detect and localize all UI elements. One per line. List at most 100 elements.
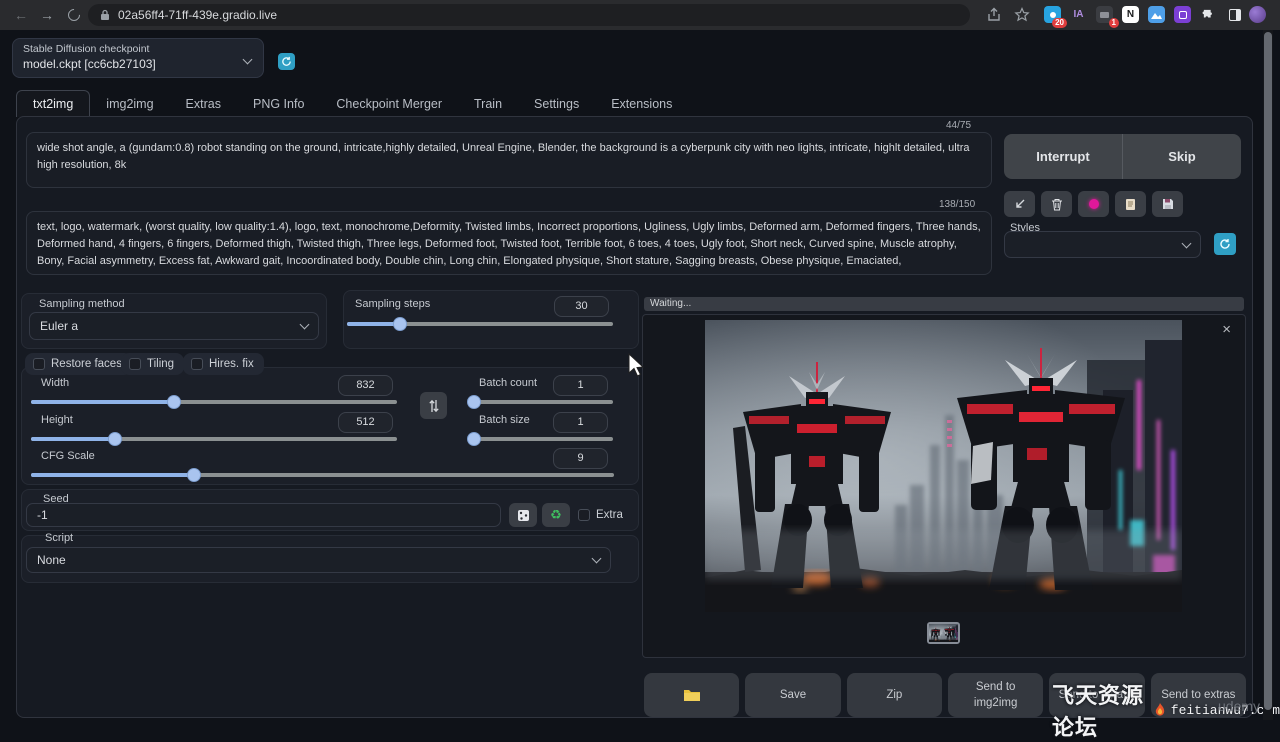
interrupt-skip-group: Interrupt Skip [1004, 134, 1241, 179]
save-style-button[interactable] [1152, 191, 1183, 217]
hires-fix-checkbox[interactable] [191, 358, 203, 370]
camera-badge: 1 [1109, 18, 1119, 28]
reuse-seed-button[interactable]: ♻ [542, 503, 570, 527]
sampling-steps-label: Sampling steps [355, 298, 430, 310]
generated-image[interactable] [705, 320, 1182, 612]
tab-img2img[interactable]: img2img [90, 91, 169, 117]
pin-badge: 20 [1052, 18, 1067, 28]
extensions-puzzle-icon[interactable] [1200, 6, 1217, 23]
page-scrollbar [1263, 30, 1273, 720]
batch-size-input[interactable]: 1 [553, 412, 608, 433]
zip-button[interactable]: Zip [847, 673, 942, 717]
tab-txt2img[interactable]: txt2img [16, 90, 90, 117]
open-folder-button[interactable] [644, 673, 739, 717]
negative-prompt-textarea[interactable]: text, logo, watermark, (worst quality, l… [26, 211, 992, 275]
trash-icon [1051, 198, 1063, 211]
sidebar-toggle-icon[interactable] [1226, 6, 1243, 23]
send-to-inpaint-button[interactable]: Send to inpaint [1049, 673, 1144, 717]
restore-faces-checkbox[interactable] [33, 358, 45, 370]
gallery-thumbnail[interactable] [927, 622, 960, 644]
restore-faces-checkbox-chip: Restore faces [25, 353, 132, 375]
scrollbar-thumb[interactable] [1264, 32, 1272, 710]
tab-checkpoint-merger[interactable]: Checkpoint Merger [320, 91, 458, 117]
progress-status-bar: Waiting... [644, 297, 1244, 311]
batch-size-label: Batch size [479, 414, 530, 426]
extension-ia-icon[interactable]: IA [1070, 6, 1087, 23]
sampling-steps-input[interactable]: 30 [554, 296, 609, 317]
seed-extra-label: Extra [596, 509, 623, 521]
script-dropdown[interactable]: None [26, 547, 611, 573]
slider-handle[interactable] [167, 395, 181, 409]
cfg-scale-input[interactable]: 9 [553, 448, 608, 469]
skip-button[interactable]: Skip [1123, 134, 1241, 179]
chevron-down-icon [592, 554, 602, 564]
slider-handle[interactable] [108, 432, 122, 446]
styles-refresh-button[interactable] [1214, 233, 1236, 255]
address-bar[interactable]: 02a56ff4-71ff-439e.gradio.live [88, 4, 970, 26]
slider-handle[interactable] [467, 395, 481, 409]
tab-extensions[interactable]: Extensions [595, 91, 688, 117]
extra-networks-button[interactable] [1078, 191, 1109, 217]
seed-extra-checkbox[interactable] [578, 509, 590, 521]
lock-icon [100, 9, 110, 21]
seed-input[interactable]: -1 [26, 503, 501, 527]
interrupt-button[interactable]: Interrupt [1004, 134, 1122, 179]
slider-handle[interactable] [467, 432, 481, 446]
tiling-checkbox[interactable] [129, 358, 141, 370]
slider-handle[interactable] [393, 317, 407, 331]
clear-prompt-button[interactable] [1041, 191, 1072, 217]
back-icon[interactable]: ← [12, 6, 30, 24]
reload-icon[interactable] [66, 7, 83, 24]
height-slider[interactable] [31, 432, 397, 446]
slider-handle[interactable] [187, 468, 201, 482]
prompt-textarea[interactable]: wide shot angle, a (gundam:0.8) robot st… [26, 132, 992, 188]
recycle-icon: ♻ [550, 507, 562, 523]
checkpoint-label: Stable Diffusion checkpoint [23, 43, 253, 55]
height-input[interactable]: 512 [338, 412, 393, 433]
apply-styles-button[interactable] [1115, 191, 1146, 217]
width-input[interactable]: 832 [338, 375, 393, 396]
browser-toolbar: ← → 02a56ff4-71ff-439e.gradio.live 20 IA… [0, 0, 1280, 30]
paste-params-button[interactable] [1004, 191, 1035, 217]
bookmark-star-icon[interactable] [1014, 7, 1030, 23]
save-button[interactable]: Save [745, 673, 840, 717]
batch-count-slider[interactable] [468, 395, 613, 409]
clipboard-icon [1125, 198, 1136, 211]
batch-size-slider[interactable] [468, 432, 613, 446]
sampling-steps-slider[interactable] [347, 317, 613, 331]
hires-fix-label: Hires. fix [209, 358, 254, 370]
send-to-img2img-button[interactable]: Send to img2img [948, 673, 1043, 717]
extension-image-icon[interactable] [1148, 6, 1165, 23]
batch-count-input[interactable]: 1 [553, 375, 608, 396]
random-seed-button[interactable] [509, 503, 537, 527]
width-label: Width [41, 377, 69, 389]
seed-value: -1 [37, 508, 48, 522]
height-label: Height [41, 414, 73, 426]
width-slider[interactable] [31, 395, 397, 409]
negative-token-counter: 138/150 [935, 199, 979, 210]
url-text: 02a56ff4-71ff-439e.gradio.live [118, 8, 277, 22]
floppy-icon [1162, 198, 1174, 210]
tab-extras[interactable]: Extras [170, 91, 237, 117]
forward-icon[interactable]: → [38, 6, 56, 24]
share-icon[interactable] [986, 7, 1002, 23]
extension-pin-icon[interactable]: 20 [1044, 6, 1061, 23]
sampling-method-value: Euler a [40, 319, 78, 333]
sampling-method-dropdown[interactable]: Euler a [29, 312, 319, 340]
extension-notion-icon[interactable]: N [1122, 6, 1139, 23]
close-icon[interactable]: × [1222, 321, 1231, 338]
gallery-panel: × [642, 314, 1246, 658]
tab-train[interactable]: Train [458, 91, 518, 117]
checkpoint-dropdown[interactable]: Stable Diffusion checkpoint model.ckpt [… [12, 38, 264, 78]
extension-camera-icon[interactable]: 1 [1096, 6, 1113, 23]
profile-avatar[interactable] [1249, 6, 1266, 23]
cfg-scale-slider[interactable] [31, 468, 614, 482]
swap-dimensions-button[interactable] [420, 392, 447, 419]
tab-png-info[interactable]: PNG Info [237, 91, 320, 117]
extension-purple-icon[interactable] [1174, 6, 1191, 23]
hires-fix-checkbox-chip: Hires. fix [183, 353, 264, 375]
tab-settings[interactable]: Settings [518, 91, 595, 117]
styles-dropdown[interactable] [1004, 231, 1201, 258]
checkpoint-refresh-button[interactable] [278, 53, 295, 70]
script-value: None [37, 553, 66, 567]
